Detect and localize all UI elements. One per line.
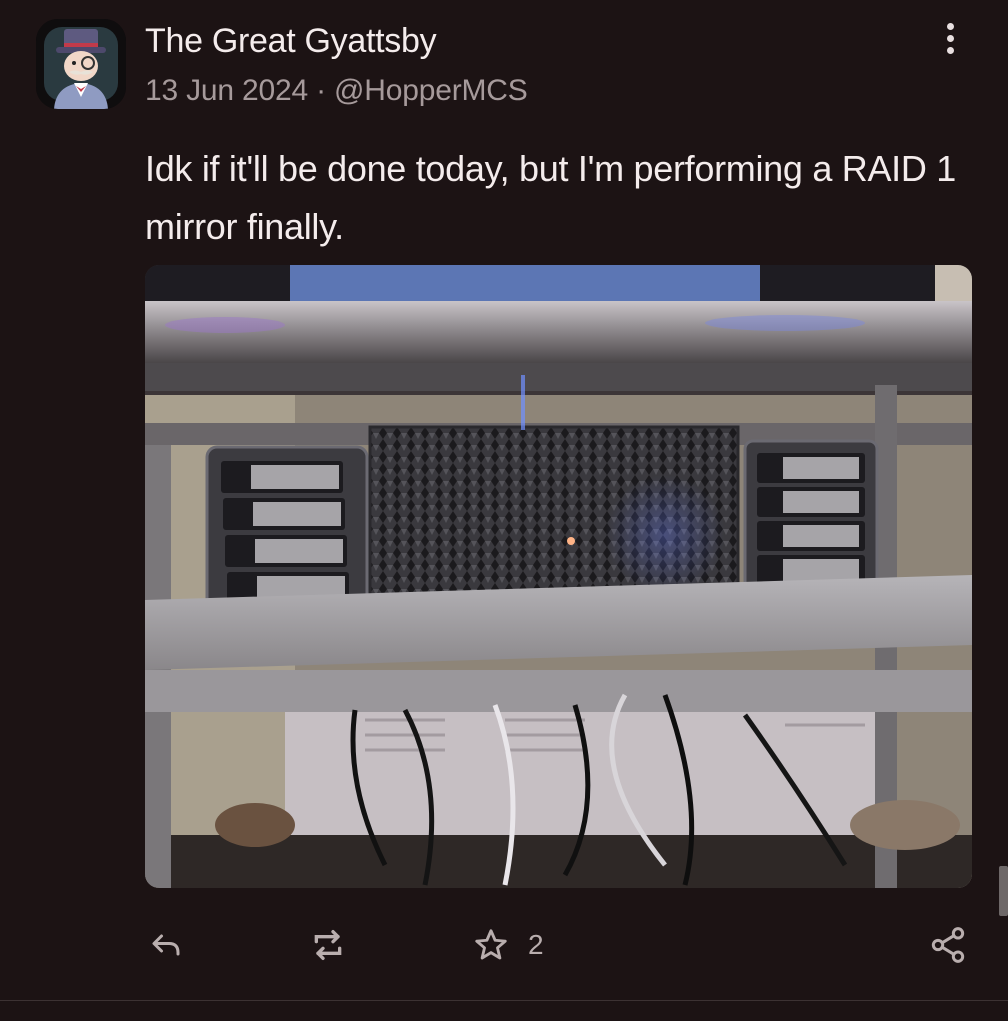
- post-meta: 13 Jun 2024 · @HopperMCS: [145, 74, 528, 108]
- favourite-count: 2: [528, 929, 544, 960]
- favourite-button[interactable]: 2: [472, 922, 544, 968]
- reply-icon: [152, 934, 180, 956]
- author-handle[interactable]: @HopperMCS: [334, 74, 528, 107]
- meta-separator: ·: [316, 74, 326, 107]
- share-button[interactable]: [928, 922, 968, 968]
- display-name[interactable]: The Great Gyattsby: [145, 22, 437, 61]
- scrollbar-thumb[interactable]: [999, 866, 1008, 916]
- post-content: Idk if it'll be done today, but I'm perf…: [145, 148, 956, 247]
- share-icon: [931, 927, 965, 963]
- more-vertical-icon: [946, 22, 954, 30]
- post-card: The Great Gyattsby 13 Jun 2024 · @Hopper…: [0, 0, 1008, 1021]
- top-hat-gentleman-avatar-icon: [36, 19, 126, 109]
- avatar[interactable]: [36, 19, 126, 109]
- more-vertical-icon-dot: [946, 46, 954, 54]
- more-options-button[interactable]: [928, 16, 972, 60]
- repeat-icon: [314, 930, 342, 960]
- reply-button[interactable]: [148, 922, 184, 968]
- boost-button[interactable]: [308, 922, 348, 968]
- post-date[interactable]: 13 Jun 2024: [145, 74, 308, 107]
- post-image[interactable]: [145, 265, 972, 888]
- photo-drive-enclosures: [145, 265, 972, 888]
- divider: [0, 1000, 1008, 1001]
- more-vertical-icon-dot: [946, 34, 954, 42]
- star-icon: [475, 929, 507, 960]
